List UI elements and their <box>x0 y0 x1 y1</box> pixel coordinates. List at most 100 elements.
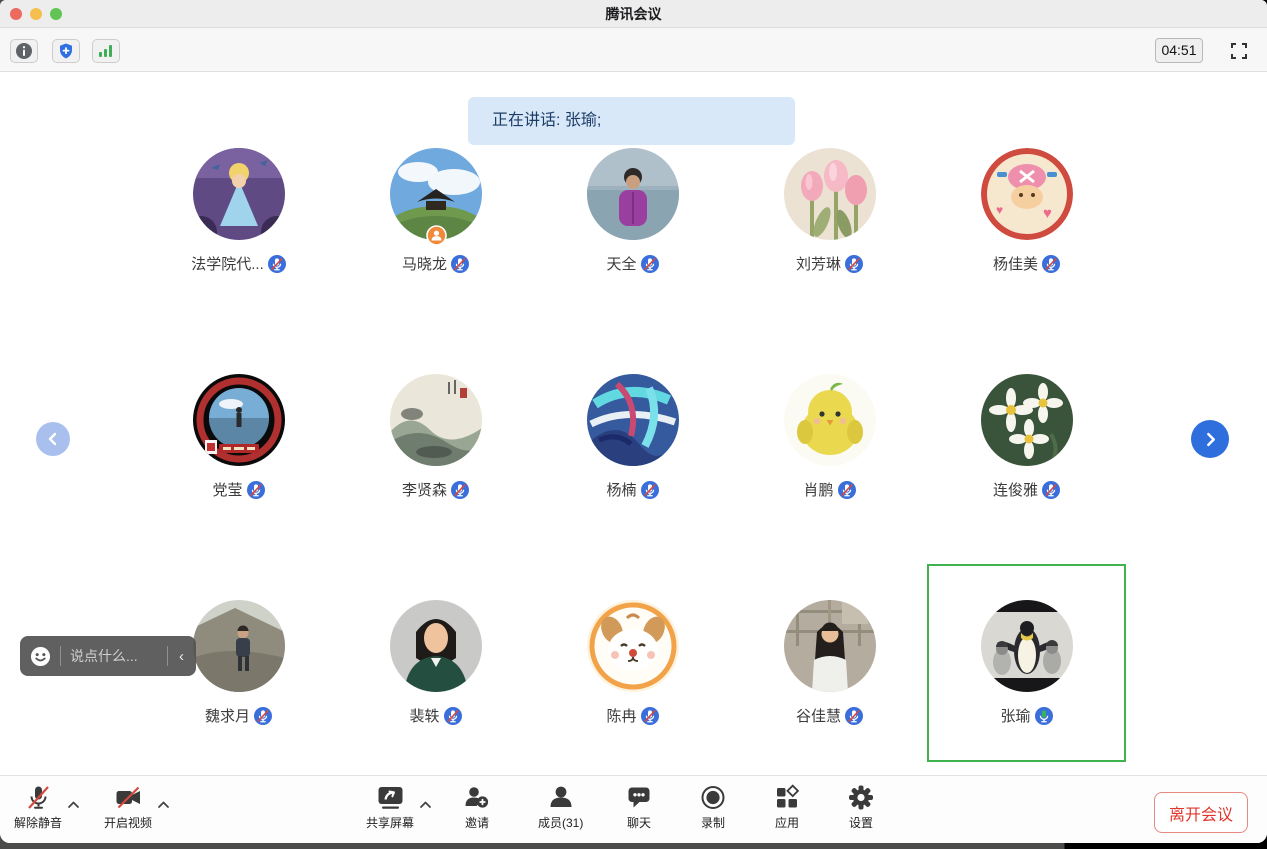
participant-name-row: 马晓龙 <box>402 253 469 274</box>
mic-muted-icon <box>1042 481 1060 499</box>
network-signal-icon <box>98 43 114 59</box>
apps-button[interactable]: 应用 <box>774 784 822 831</box>
participant-name-row: 杨楠 <box>606 479 658 500</box>
control-bar: 解除静音 开启视频 共享屏幕 邀请 成员(31) 聊天 录制 应用 设置 离开会议 <box>0 775 1267 843</box>
chevron-up-icon <box>67 800 80 809</box>
participant-tile[interactable]: 党莹 <box>140 339 337 535</box>
participant-avatar <box>193 148 285 240</box>
participant-name: 党莹 <box>212 479 242 500</box>
unmute-button[interactable]: 解除静音 <box>14 784 80 831</box>
participant-name: 杨楠 <box>606 479 636 500</box>
window-title: 腾讯会议 <box>0 0 1267 28</box>
toolbar-item-label: 邀请 <box>465 814 489 831</box>
meeting-info-button[interactable] <box>10 39 38 63</box>
fullscreen-button[interactable] <box>1228 40 1250 62</box>
quick-chat-bar: 说点什么... ‹ <box>20 636 196 676</box>
mic-muted-icon <box>845 707 863 725</box>
participant-name: 连俊雅 <box>993 479 1038 500</box>
mic-muted-icon <box>247 481 265 499</box>
camera-off-icon <box>115 784 142 811</box>
participant-avatar <box>784 374 876 466</box>
mic-muted-icon <box>451 255 469 273</box>
toolbar-item-label: 录制 <box>701 814 725 831</box>
toolbar-item-label: 设置 <box>849 814 873 831</box>
participant-avatar <box>390 374 482 466</box>
participant-avatar <box>193 600 285 692</box>
participant-tile[interactable]: ♥♥杨佳美 <box>928 113 1125 309</box>
participant-name: 刘芳琳 <box>796 253 841 274</box>
participant-tile[interactable]: 肖鹏 <box>731 339 928 535</box>
host-badge-icon <box>426 225 447 246</box>
record-button[interactable]: 录制 <box>700 784 748 831</box>
invite-button[interactable]: 邀请 <box>464 784 512 831</box>
participant-name-row: 谷佳慧 <box>796 705 863 726</box>
mic-active-icon <box>1035 707 1053 725</box>
mic-muted-icon <box>268 255 286 273</box>
toolbar-item-label: 解除静音 <box>14 814 62 831</box>
settings-button[interactable]: 设置 <box>848 784 896 831</box>
network-status-button[interactable] <box>92 39 120 63</box>
leave-meeting-button[interactable]: 离开会议 <box>1154 792 1248 833</box>
participant-avatar <box>784 148 876 240</box>
mic-muted-icon <box>254 707 272 725</box>
mic-muted-icon <box>641 707 659 725</box>
security-button[interactable] <box>52 39 80 63</box>
invite-icon <box>464 784 490 811</box>
share-screen-button[interactable]: 共享屏幕 <box>366 784 438 831</box>
participant-gallery: 正在讲话: 张瑜; 法学院代...马晓龙天全刘芳琳♥♥杨佳美党莹李贤森杨楠肖鹏连… <box>0 72 1267 775</box>
participant-name: 肖鹏 <box>803 479 833 500</box>
smiley-icon[interactable] <box>30 646 51 667</box>
start-video-button[interactable]: 开启视频 <box>104 784 170 831</box>
participant-avatar <box>587 148 679 240</box>
chat-button[interactable]: 聊天 <box>626 784 674 831</box>
participant-name: 法学院代... <box>191 253 264 274</box>
toolbar-item-label: 聊天 <box>627 814 651 831</box>
fullscreen-icon <box>1230 42 1248 60</box>
participant-tile[interactable]: 李贤森 <box>337 339 534 535</box>
participant-name: 李贤森 <box>402 479 447 500</box>
next-page-button[interactable] <box>1191 420 1229 458</box>
previous-page-button[interactable] <box>36 422 70 456</box>
meeting-toolbar: 04:51 <box>0 28 1267 72</box>
toolbar-item-label: 共享屏幕 <box>366 814 414 831</box>
chevron-left-icon <box>46 432 60 446</box>
mic-muted-icon <box>25 784 51 811</box>
participant-name-row: 李贤森 <box>402 479 469 500</box>
participant-tile[interactable]: 法学院代... <box>140 113 337 309</box>
chat-icon <box>626 784 652 811</box>
members-button[interactable]: 成员(31) <box>538 784 600 831</box>
mic-muted-icon <box>641 481 659 499</box>
participant-name: 天全 <box>606 253 636 274</box>
divider <box>167 646 168 666</box>
chat-input[interactable]: 说点什么... <box>70 646 158 666</box>
participant-tile[interactable]: 谷佳慧 <box>731 565 928 761</box>
participant-tile[interactable]: 连俊雅 <box>928 339 1125 535</box>
chevron-right-icon <box>1203 432 1218 447</box>
mic-muted-icon <box>451 481 469 499</box>
toolbar-item-label: 开启视频 <box>104 814 152 831</box>
participant-tile[interactable]: 张瑜 <box>928 565 1125 761</box>
participant-tile[interactable]: 裴轶 <box>337 565 534 761</box>
participant-avatar <box>981 600 1073 692</box>
participant-tile[interactable]: 陈冉 <box>534 565 731 761</box>
participant-name-row: 陈冉 <box>606 705 658 726</box>
svg-text:♥: ♥ <box>1043 205 1052 222</box>
meeting-timer: 04:51 <box>1155 38 1203 63</box>
participant-name: 裴轶 <box>409 705 439 726</box>
mic-muted-icon <box>641 255 659 273</box>
toolbar-item-label: 应用 <box>775 814 799 831</box>
info-icon <box>15 42 33 60</box>
participant-avatar <box>587 374 679 466</box>
participant-grid: 法学院代...马晓龙天全刘芳琳♥♥杨佳美党莹李贤森杨楠肖鹏连俊雅魏求月裴轶陈冉谷… <box>140 113 1126 791</box>
participant-name: 魏求月 <box>205 705 250 726</box>
record-icon <box>700 784 726 811</box>
collapse-chat-button[interactable]: ‹ <box>177 648 186 665</box>
participant-tile[interactable]: 杨楠 <box>534 339 731 535</box>
titlebar: 腾讯会议 <box>0 0 1267 28</box>
svg-text:♥: ♥ <box>996 203 1003 217</box>
participant-name-row: 刘芳琳 <box>796 253 863 274</box>
participant-row: 魏求月 裴轶 陈冉 谷佳慧 张瑜 <box>140 565 1126 761</box>
participant-name-row: 裴轶 <box>409 705 461 726</box>
mic-muted-icon <box>838 481 856 499</box>
participant-name-row: 法学院代... <box>191 253 286 274</box>
